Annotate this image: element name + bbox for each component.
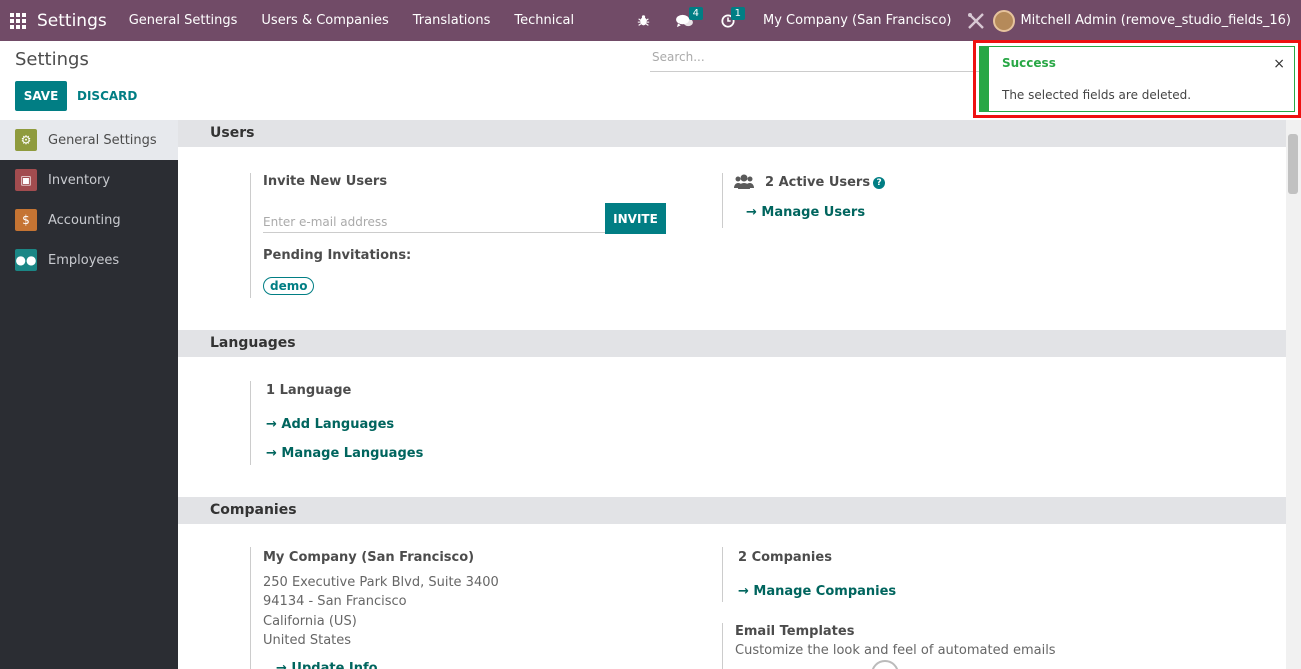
email-field[interactable]: Enter e-mail address (263, 207, 605, 233)
company-name: My Company (San Francisco) (263, 550, 475, 565)
sidebar-item-accounting[interactable]: $ Accounting (0, 200, 178, 240)
company-address-line: 250 Executive Park Blvd, Suite 3400 (263, 575, 499, 590)
messages-badge: 4 (688, 6, 703, 20)
company-address-line: United States (263, 633, 352, 648)
sidebar-item-label: General Settings (48, 132, 157, 148)
sidebar-item-label: Inventory (48, 172, 111, 188)
invite-button[interactable]: INVITE (605, 203, 666, 234)
add-languages-link[interactable]: → Add Languages (266, 417, 394, 432)
companies-count: 2 Companies (738, 550, 832, 565)
manage-users-label: Manage Users (761, 205, 866, 220)
divider (250, 173, 251, 298)
user-avatar[interactable] (993, 9, 1016, 32)
users-group-icon (734, 173, 754, 195)
update-info-link[interactable]: → Update Info (276, 661, 378, 669)
sidebar-item-label: Accounting (48, 212, 121, 228)
section-header-companies: Companies (178, 497, 1286, 524)
divider (722, 623, 723, 669)
section-header-users: Users (178, 120, 1286, 147)
activity-badge: 1 (730, 6, 745, 20)
active-users-label: 2 Active Users (765, 175, 871, 190)
gear-icon: ⚙ (15, 129, 37, 151)
content-scrollbar[interactable] (1286, 120, 1301, 669)
menu-users-companies[interactable]: Users & Companies (261, 13, 388, 28)
manage-companies-link[interactable]: → Manage Companies (738, 584, 896, 599)
add-languages-label: Add Languages (281, 417, 395, 432)
settings-sidebar: ⚙ General Settings ▣ Inventory $ Account… (0, 120, 178, 669)
success-toast: Success The selected fields are deleted.… (979, 46, 1295, 112)
people-icon: ●● (15, 249, 37, 271)
arrow-right-icon: → (266, 446, 282, 461)
save-button[interactable]: SAVE (15, 81, 67, 111)
debug-bug-icon[interactable] (637, 14, 650, 27)
sidebar-item-label: Employees (48, 252, 120, 268)
messages-icon[interactable]: 4 (676, 6, 703, 28)
arrow-right-icon: → (276, 661, 292, 669)
language-count: 1 Language (266, 383, 352, 398)
template-preview-icon (871, 660, 899, 669)
pending-invitations-label: Pending Invitations: (263, 248, 412, 263)
toast-title: Success (1002, 56, 1056, 70)
page-title: Settings (15, 49, 89, 70)
discard-button[interactable]: DISCARD (77, 81, 137, 111)
company-switcher[interactable]: My Company (San Francisco) (763, 13, 951, 28)
arrow-right-icon: → (746, 205, 762, 220)
arrow-right-icon: → (738, 584, 754, 599)
menu-technical[interactable]: Technical (514, 13, 574, 28)
sidebar-item-general-settings[interactable]: ⚙ General Settings (0, 120, 178, 160)
manage-companies-label: Manage Companies (753, 584, 897, 599)
company-address-line: California (US) (263, 614, 357, 629)
box-icon: ▣ (15, 169, 37, 191)
search-input[interactable]: Search... (650, 46, 980, 72)
toast-message: The selected fields are deleted. (1002, 88, 1192, 102)
email-templates-title: Email Templates (735, 624, 855, 639)
app-title[interactable]: Settings (37, 11, 107, 31)
section-header-languages: Languages (178, 330, 1286, 357)
settings-content: Users Invite New Users Enter e-mail addr… (178, 120, 1286, 669)
invoice-icon: $ (15, 209, 37, 231)
help-icon[interactable]: ? (873, 176, 886, 189)
manage-users-link[interactable]: → Manage Users (746, 205, 865, 220)
scrollbar-thumb[interactable] (1288, 134, 1298, 194)
menu-general-settings[interactable]: General Settings (129, 13, 238, 28)
email-templates-description: Customize the look and feel of automated… (735, 643, 1056, 658)
pending-invitation-tag[interactable]: demo (263, 277, 315, 295)
sidebar-item-inventory[interactable]: ▣ Inventory (0, 160, 178, 200)
activity-clock-icon[interactable]: 1 (721, 6, 745, 28)
studio-tools-icon[interactable] (967, 12, 985, 30)
menu-translations[interactable]: Translations (413, 13, 491, 28)
user-menu[interactable]: Mitchell Admin (remove_studio_fields_16) (1020, 13, 1291, 28)
divider (250, 547, 251, 669)
company-address-line: 94134 - San Francisco (263, 594, 407, 609)
apps-menu-icon[interactable] (10, 12, 26, 29)
divider (250, 381, 251, 465)
invite-label: Invite New Users (263, 174, 388, 189)
divider (722, 547, 723, 602)
manage-languages-link[interactable]: → Manage Languages (266, 446, 423, 461)
arrow-right-icon: → (266, 417, 282, 432)
manage-languages-label: Manage Languages (281, 446, 424, 461)
divider (722, 173, 723, 228)
sidebar-item-employees[interactable]: ●● Employees (0, 240, 178, 280)
active-users-count: 2 Active Users? (765, 175, 886, 190)
update-info-label: Update Info (291, 661, 378, 669)
close-icon[interactable]: × (1273, 56, 1285, 72)
top-navbar: Settings General Settings Users & Compan… (0, 0, 1301, 41)
